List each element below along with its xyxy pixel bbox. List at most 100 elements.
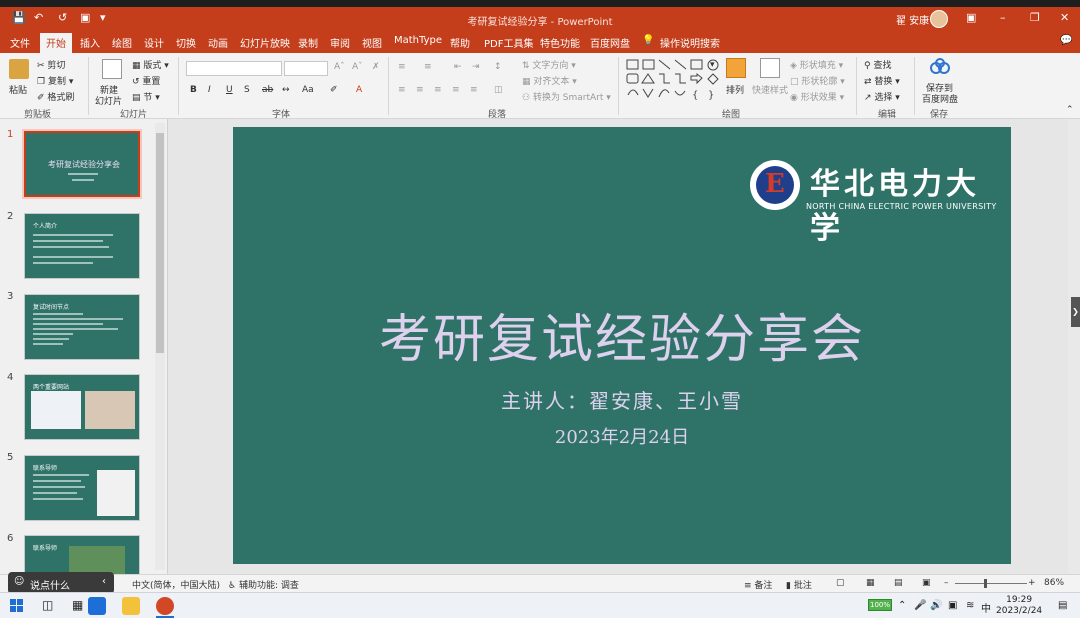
network-icon[interactable]: ≋ xyxy=(966,600,974,611)
tab-features[interactable]: 特色功能 xyxy=(540,35,580,50)
scrollbar-thumb[interactable] xyxy=(156,133,164,353)
user-name[interactable]: 翟 安康 xyxy=(896,12,929,27)
screen-icon[interactable]: ▣ xyxy=(948,600,957,611)
clear-format-icon[interactable]: ✗ xyxy=(372,62,380,72)
close-icon[interactable]: ✕ xyxy=(1060,11,1069,24)
tab-home[interactable]: 开始 xyxy=(40,33,72,53)
tab-review[interactable]: 审阅 xyxy=(330,35,350,50)
normal-view-icon[interactable]: ▢ xyxy=(836,578,845,588)
notification-icon[interactable]: ▤ xyxy=(1058,600,1067,611)
notes-button[interactable]: ≡ 备注 xyxy=(744,578,772,591)
ribbon-display-icon[interactable]: ▣ xyxy=(966,11,976,24)
zoom-slider-knob[interactable] xyxy=(984,579,987,588)
columns-icon[interactable]: ◫ xyxy=(494,85,503,95)
chevron-left-icon[interactable]: ‹ xyxy=(102,576,106,587)
arrange-button[interactable]: 排列 xyxy=(726,83,744,96)
slide-thumbnail-4[interactable]: 两个重要网站 xyxy=(24,374,140,440)
grow-font-icon[interactable]: Aˆ xyxy=(334,62,345,72)
layout-button[interactable]: ▦ 版式 ▾ xyxy=(132,58,169,71)
tab-baidu-netdisk[interactable]: 百度网盘 xyxy=(590,35,630,50)
shape-fill-button[interactable]: ◈ 形状填充 ▾ xyxy=(790,58,843,71)
avatar[interactable] xyxy=(930,10,948,28)
zoom-level[interactable]: 86% xyxy=(1044,578,1064,588)
language-indicator[interactable]: 中文(简体，中国大陆) xyxy=(132,578,220,591)
slide-presenters[interactable]: 主讲人：翟安康、王小雪 xyxy=(233,385,1011,414)
tab-slideshow[interactable]: 幻灯片放映 xyxy=(240,35,290,50)
tab-pdf-tools[interactable]: PDF工具集 xyxy=(484,35,533,50)
reading-view-icon[interactable]: ▤ xyxy=(894,578,903,588)
smartart-button[interactable]: ⚇ 转换为 SmartArt ▾ xyxy=(522,90,611,103)
increase-indent-icon[interactable]: ⇥ xyxy=(472,62,480,72)
ime-indicator[interactable]: 中 xyxy=(981,600,991,615)
slide-thumbnail-2[interactable]: 个人简介 xyxy=(24,213,140,279)
tab-record[interactable]: 录制 xyxy=(298,35,318,50)
align-text-button[interactable]: ▦ 对齐文本 ▾ xyxy=(522,74,577,87)
tab-mathtype[interactable]: MathType xyxy=(394,35,442,46)
font-size-input[interactable] xyxy=(284,61,328,76)
slide-date[interactable]: 2023年2月24日 xyxy=(233,423,1011,449)
zoom-slider[interactable] xyxy=(955,583,1027,584)
new-slide-icon[interactable] xyxy=(102,59,122,79)
shape-effects-button[interactable]: ◉ 形状效果 ▾ xyxy=(790,90,844,103)
collapse-ribbon-icon[interactable]: ⌃ xyxy=(1066,105,1074,115)
powerpoint-taskbar-icon[interactable] xyxy=(156,597,174,615)
microphone-icon[interactable]: 🎤 xyxy=(914,600,926,611)
slideshow-icon[interactable]: ▣ xyxy=(922,578,931,588)
tab-help[interactable]: 帮助 xyxy=(450,35,470,50)
text-direction-button[interactable]: ⇅ 文字方向 ▾ xyxy=(522,58,576,71)
slide-title[interactable]: 考研复试经验分享会 xyxy=(233,297,1011,372)
distributed-icon[interactable]: ≡ xyxy=(470,85,478,95)
align-right-icon[interactable]: ≡ xyxy=(434,85,442,95)
volume-icon[interactable]: 🔊 xyxy=(930,600,942,611)
copy-button[interactable]: ❐ 复制 ▾ xyxy=(37,74,73,87)
decrease-indent-icon[interactable]: ⇤ xyxy=(454,62,462,72)
char-spacing-icon[interactable]: ↔ xyxy=(282,85,290,95)
tab-insert[interactable]: 插入 xyxy=(80,35,100,50)
minimize-icon[interactable]: – xyxy=(1000,11,1006,24)
font-color-icon[interactable]: A xyxy=(356,85,362,95)
tab-design[interactable]: 设计 xyxy=(144,35,164,50)
numbering-icon[interactable]: ≡ xyxy=(424,62,432,72)
slide-sorter-icon[interactable]: ▦ xyxy=(866,578,875,588)
comments-button[interactable]: ▮ 批注 xyxy=(786,578,812,591)
thumbnail-scrollbar[interactable] xyxy=(155,123,165,570)
bold-icon[interactable]: B xyxy=(190,85,197,95)
tab-animations[interactable]: 动画 xyxy=(208,35,228,50)
change-case-icon[interactable]: Aa xyxy=(302,85,314,95)
file-explorer-icon[interactable] xyxy=(122,597,140,615)
justify-icon[interactable]: ≡ xyxy=(452,85,460,95)
baidu-netdisk-label[interactable]: 百度网盘 xyxy=(922,92,958,105)
find-button[interactable]: ⚲ 查找 xyxy=(864,58,891,71)
tab-transitions[interactable]: 切换 xyxy=(176,35,196,50)
format-painter-button[interactable]: ✐ 格式刷 xyxy=(37,90,74,103)
strikethrough-icon[interactable]: ab xyxy=(262,85,273,95)
tell-me-search[interactable]: 操作说明搜索 xyxy=(660,35,720,50)
section-button[interactable]: ▤ 节 ▾ xyxy=(132,90,160,103)
font-name-input[interactable] xyxy=(186,61,282,76)
quick-styles-button[interactable]: 快速样式 xyxy=(752,83,788,96)
slide-thumbnail-6[interactable]: 联系导师 xyxy=(24,535,140,575)
tab-view[interactable]: 视图 xyxy=(362,35,382,50)
slide-scrollbar[interactable] xyxy=(1068,119,1080,574)
shrink-font-icon[interactable]: Aˇ xyxy=(352,62,363,72)
bullets-icon[interactable]: ≡ xyxy=(398,62,406,72)
system-clock[interactable]: 19:29 2023/2/24 xyxy=(996,595,1042,617)
cut-button[interactable]: ✂ 剪切 xyxy=(37,58,65,71)
slide-thumbnail-5[interactable]: 联系导师 xyxy=(24,455,140,521)
battery-indicator[interactable]: 100% xyxy=(868,599,892,611)
new-slide-label-2[interactable]: 幻灯片 xyxy=(95,94,122,107)
reset-button[interactable]: ↺ 重置 xyxy=(132,74,160,87)
align-center-icon[interactable]: ≡ xyxy=(416,85,424,95)
chat-overlay[interactable]: ☺ 说点什么 ‹ xyxy=(8,572,114,594)
comments-icon[interactable]: 💬 xyxy=(1060,35,1072,46)
widgets-icon[interactable]: ▦ xyxy=(72,598,83,612)
underline-icon[interactable]: U xyxy=(226,85,233,95)
select-button[interactable]: ↗ 选择 ▾ xyxy=(864,90,900,103)
quick-styles-icon[interactable] xyxy=(760,58,780,78)
shapes-gallery[interactable]: { } xyxy=(624,57,720,101)
meeting-app-icon[interactable] xyxy=(88,597,106,615)
accessibility-status[interactable]: ♿ 辅助功能: 调查 xyxy=(228,578,299,591)
chevron-right-icon[interactable]: ❯ xyxy=(1071,297,1080,327)
align-left-icon[interactable]: ≡ xyxy=(398,85,406,95)
paste-icon[interactable] xyxy=(9,59,29,79)
